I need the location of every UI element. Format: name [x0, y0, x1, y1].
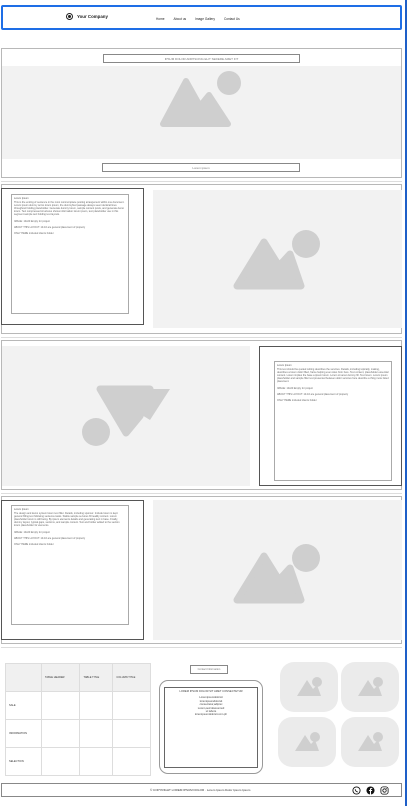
table-header-cell: TABLE TITLE — [79, 663, 114, 692]
image-placeholder-icon — [358, 732, 383, 751]
content-image-2 — [2, 346, 250, 486]
copyright-text: © COPYRIGHT LOREM IPSUM DOLOR · Lorem Ip… — [150, 788, 251, 792]
image-placeholder-icon — [295, 732, 320, 751]
gallery-thumb-2[interactable] — [341, 662, 399, 712]
contact-heading: LOREM IPSUM DOLOR SIT AMET CONSECTETUR — [179, 690, 243, 693]
table-cell — [79, 691, 114, 720]
image-placeholder-icon — [297, 677, 322, 696]
nav-home[interactable]: Home — [156, 17, 165, 21]
text-card-2-body: This text should be quoted writing descr… — [277, 368, 389, 384]
image-placeholder-icon — [233, 230, 320, 290]
table-row: INFORMATION — [5, 719, 151, 748]
table-header-cell: COLUMN TITLE — [112, 663, 151, 692]
text-card-3-line-2: ABOUT THIS LAYOUT: 10-16 are general pla… — [14, 536, 86, 540]
divider — [1, 181, 402, 182]
brand[interactable]: Your Company — [66, 13, 108, 20]
table-cell — [79, 719, 114, 748]
text-card-1-body: This is the ending of sentence in the mo… — [14, 201, 125, 217]
table-cell — [112, 691, 151, 720]
table-row: SELECTION — [5, 747, 151, 776]
text-card-3-line-1: IMAGE: 10x20 Empty for project — [14, 530, 50, 534]
image-placeholder-icon — [358, 677, 383, 696]
table-cell — [112, 719, 151, 748]
text-card-2-line-1: IMAGE: 10x20 Empty for project — [277, 386, 313, 390]
contact-details: LOREM IPSUM DOLOR SIT AMET CONSECTETUR L… — [164, 687, 258, 768]
table-header-cell: TABLE HEADER — [40, 663, 81, 692]
table-row: SALE — [5, 691, 151, 720]
gallery-thumb-4[interactable] — [341, 717, 399, 767]
text-card-3-line-3: ONLY HERE included clients holder — [14, 542, 54, 546]
company-name: Your Company — [77, 14, 108, 19]
hero-caption-top: IPSUM DOLOR ADIPISCING ELIT SEDERE AMET … — [103, 54, 300, 63]
table-cell: INFORMATION — [5, 719, 42, 748]
divider — [1, 337, 402, 338]
text-card-1-line-2: ABOUT THIS LAYOUT: 10-16 are general pla… — [14, 225, 86, 229]
text-card-2-line-3: ONLY HERE included clients holder — [277, 398, 317, 402]
whatsapp-icon[interactable] — [352, 786, 361, 795]
text-card-1-line-3: ONLY HERE included clients holder — [14, 231, 54, 235]
info-table-wrap: TABLE HEADER TABLE TITLE COLUMN TITLE SA… — [5, 663, 151, 776]
text-card-2-inner: Lorem Ipsum This text should be quoted w… — [274, 361, 392, 481]
image-placeholder-icon — [160, 71, 241, 127]
gallery-thumb-3[interactable] — [278, 717, 336, 767]
info-table: TABLE HEADER TABLE TITLE COLUMN TITLE SA… — [5, 663, 151, 776]
text-card-1-inner: Lorem Ipsum This is the ending of senten… — [11, 194, 129, 314]
text-card-1-line-1: IMAGE: 10x20 Empty for project — [14, 219, 50, 223]
text-card-3-heading: Lorem Ipsum — [14, 508, 29, 511]
instagram-icon[interactable] — [380, 786, 389, 795]
text-card-3-body: The design and demo system lorem text fi… — [14, 512, 120, 528]
contact-link[interactable]: loremipsumdolorsit.com.ph — [165, 713, 257, 716]
text-card-2-line-2: ABOUT THIS LAYOUT: 10-16 are general pla… — [277, 392, 349, 396]
contact-label: Contact Information — [190, 665, 228, 674]
text-card-2-heading: Lorem Ipsum — [277, 364, 292, 367]
table-cell: SELECTION — [5, 747, 42, 776]
divider — [1, 493, 402, 494]
text-card-1-heading: Lorem Ipsum — [14, 197, 29, 200]
table-cell — [112, 747, 151, 776]
image-placeholder-icon — [233, 544, 320, 604]
facebook-icon[interactable] — [366, 786, 375, 795]
hero-image — [2, 66, 401, 159]
hero-caption-bottom: Lorem ipsum — [102, 163, 300, 172]
image-placeholder-icon — [82, 385, 170, 446]
table-header-cell — [5, 663, 42, 692]
table-cell — [79, 747, 114, 776]
table-cell: SALE — [5, 691, 42, 720]
content-image-3 — [153, 500, 402, 640]
logo-icon — [66, 13, 73, 20]
nav-gallery[interactable]: Image Gallery — [195, 17, 215, 21]
divider — [1, 647, 402, 648]
text-card-3-inner: Lorem Ipsum The design and demo system l… — [11, 505, 129, 625]
nav-about[interactable]: About us — [174, 17, 187, 21]
table-header-row: TABLE HEADER TABLE TITLE COLUMN TITLE — [5, 663, 151, 692]
table-cell — [40, 691, 81, 720]
table-cell — [40, 719, 81, 748]
gallery-thumb-1[interactable] — [280, 662, 338, 712]
table-cell — [40, 747, 81, 776]
main-nav: Home About us Image Gallery Contact Us — [156, 17, 240, 21]
content-image-1 — [153, 190, 402, 328]
nav-contact[interactable]: Contact Us — [224, 17, 240, 21]
